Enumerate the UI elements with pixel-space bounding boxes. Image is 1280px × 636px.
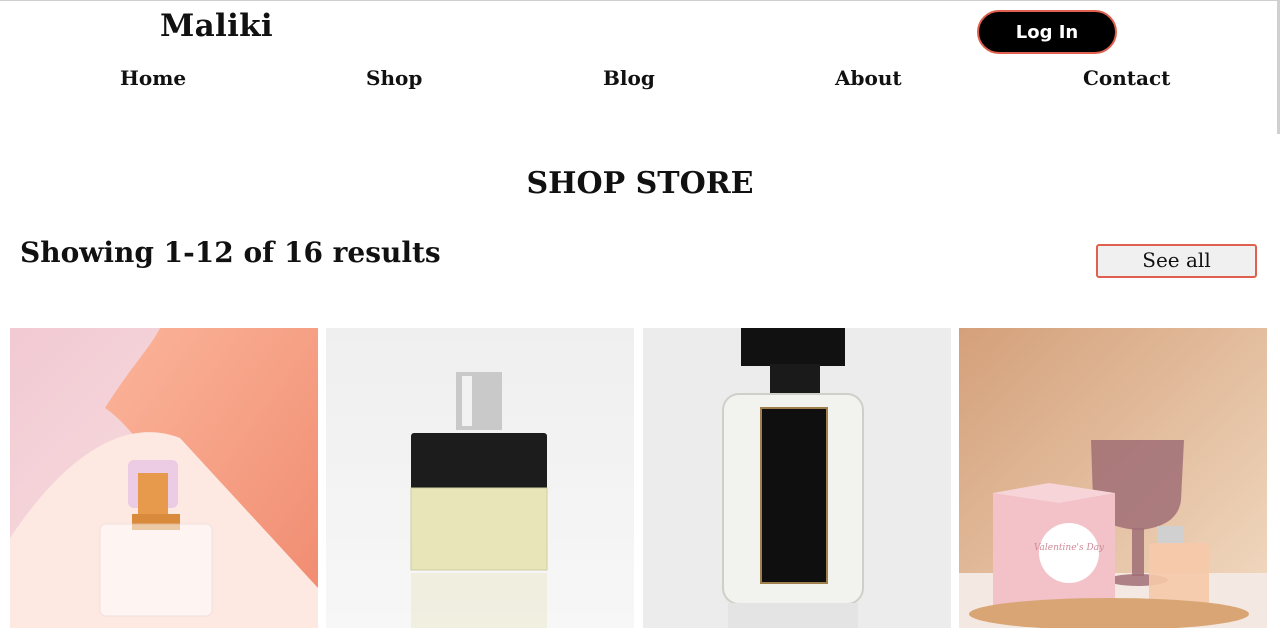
nav-item-shop[interactable]: Shop (366, 66, 422, 90)
black-label-perfume-image (643, 328, 951, 628)
product-card[interactable]: Valentine's Day (959, 328, 1267, 628)
gift-box-label: Valentine's Day (1034, 543, 1105, 553)
results-count: Showing 1-12 of 16 results (20, 236, 441, 269)
product-card[interactable] (10, 328, 318, 628)
product-card[interactable] (326, 328, 634, 628)
nav-item-home[interactable]: Home (120, 66, 186, 90)
login-button[interactable]: Log In (977, 10, 1117, 54)
see-all-button[interactable]: See all (1096, 244, 1257, 278)
valentines-gift-perfume-image: Valentine's Day (959, 328, 1267, 628)
green-perfume-black-cap-image (326, 328, 634, 628)
product-card[interactable] (643, 328, 951, 628)
pink-perfume-bottle-image (10, 328, 318, 628)
page-title: SHOP STORE (526, 166, 754, 201)
site-logo[interactable]: Maliki (160, 8, 273, 44)
top-border (0, 0, 1280, 1)
nav-item-blog[interactable]: Blog (603, 66, 655, 90)
nav-item-about[interactable]: About (835, 66, 902, 90)
nav-item-contact[interactable]: Contact (1083, 66, 1170, 90)
